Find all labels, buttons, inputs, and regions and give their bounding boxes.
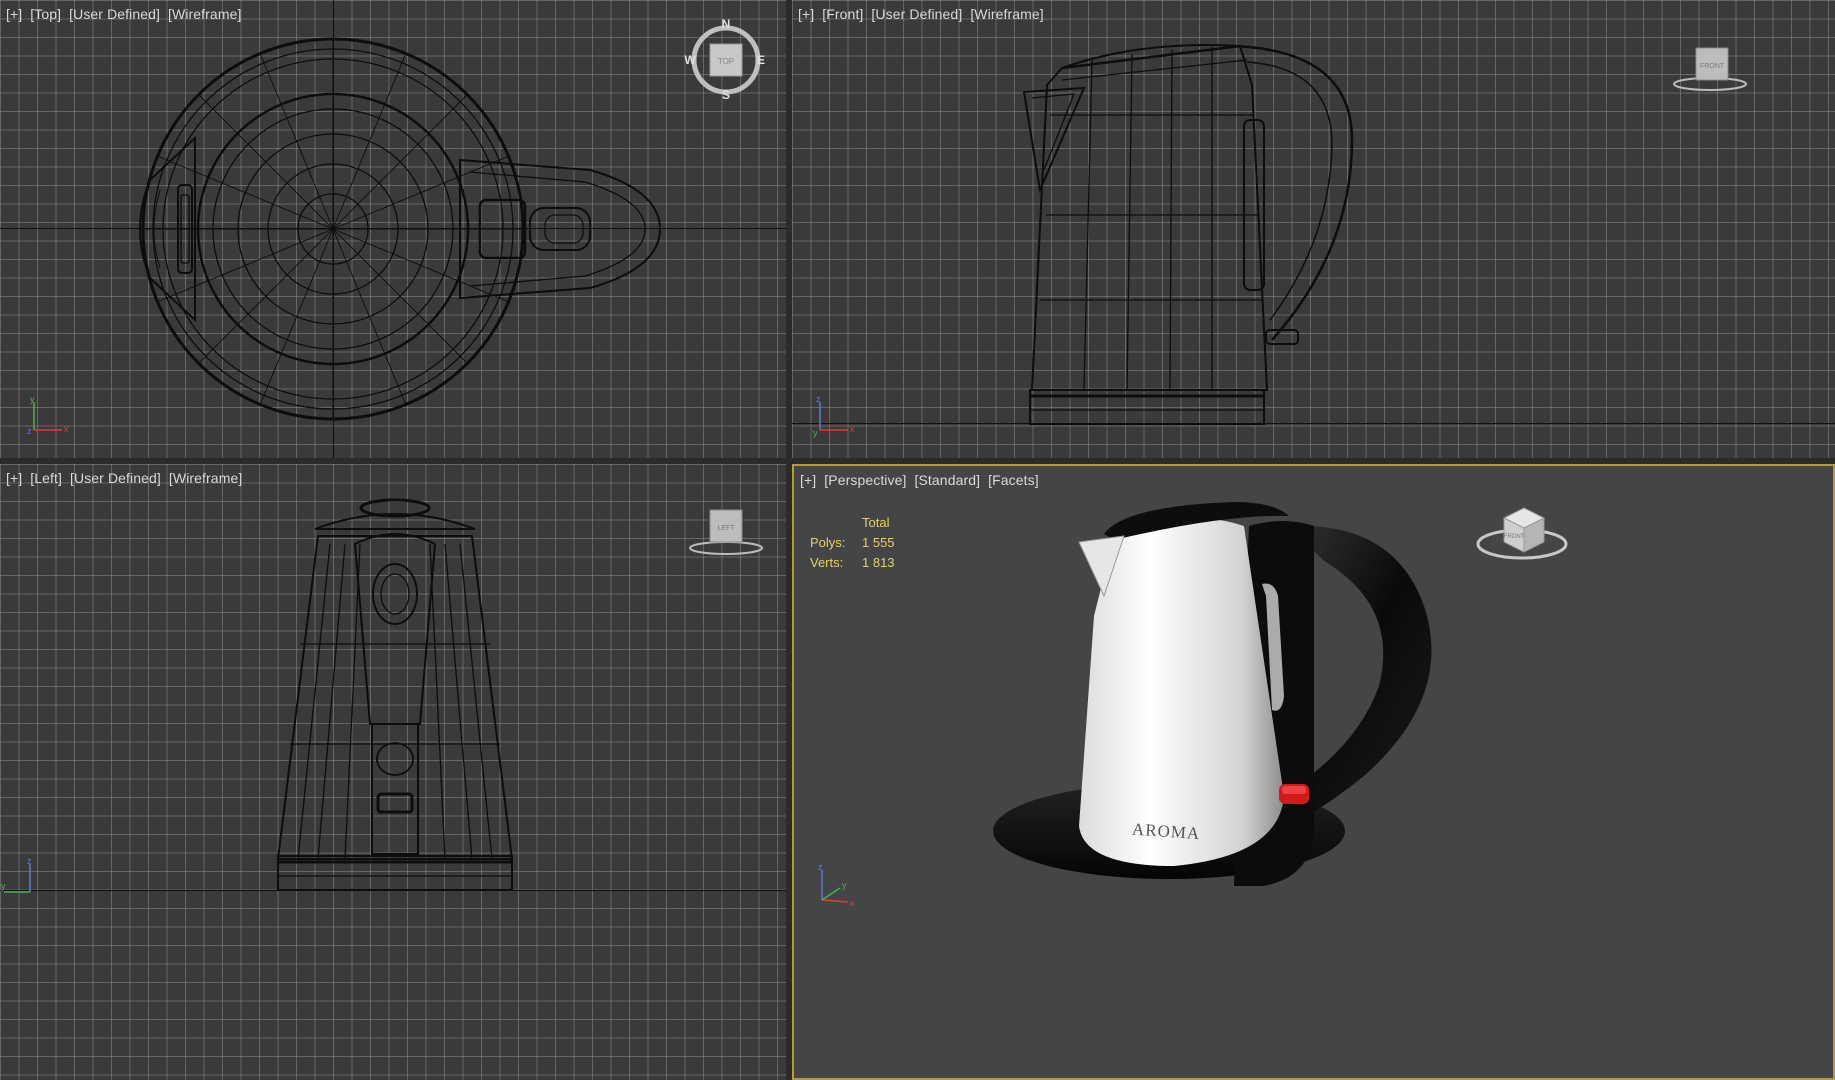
axis-x-label: x	[64, 424, 69, 434]
viewport-label-top[interactable]: [+] [Top] [User Defined] [Wireframe]	[6, 6, 241, 22]
viewcube-front[interactable]: FRONT	[1670, 40, 1750, 96]
axis-tripod-perspective: z y x	[818, 862, 855, 908]
viewport-menu-button[interactable]: [+]	[798, 6, 814, 22]
kettle-render-perspective: AROMA	[993, 502, 1432, 886]
axis-tripod-left: z y	[1, 856, 32, 893]
viewcube-perspective[interactable]: FRONT	[1474, 500, 1570, 570]
axis-tripod-top: y x z	[27, 394, 69, 436]
viewcube-left[interactable]: LEFT	[686, 504, 766, 560]
style-menu-button[interactable]: [User Defined]	[70, 470, 161, 486]
axis-z-label: z	[27, 856, 32, 866]
shading-menu-button[interactable]: [Wireframe]	[169, 470, 242, 486]
compass-west: W	[684, 53, 696, 67]
compass-north: N	[722, 18, 731, 31]
compass-east: E	[757, 53, 765, 67]
viewcube-face-label: FRONT	[1700, 63, 1725, 70]
viewport-label-front[interactable]: [+] [Front] [User Defined] [Wireframe]	[798, 6, 1044, 22]
view-menu-button[interactable]: [Front]	[822, 6, 863, 22]
axis-y-label: y	[813, 428, 818, 438]
viewport-perspective-frame[interactable]: AROMA [+] [Perspective] [Standard] [Face…	[792, 464, 1835, 1080]
view-menu-button[interactable]: [Perspective]	[824, 472, 906, 488]
axis-y-label: y	[1, 881, 6, 891]
viewcube-compass-top[interactable]: TOP N S E W	[684, 18, 768, 102]
viewport-label-perspective[interactable]: [+] [Perspective] [Standard] [Facets]	[800, 472, 1039, 488]
axis-x-label: x	[850, 898, 855, 908]
stats-polys-label: Polys:	[810, 534, 846, 550]
style-menu-button[interactable]: [Standard]	[915, 472, 981, 488]
viewport-left[interactable]: [+] [Left] [User Defined] [Wireframe] LE…	[0, 464, 786, 1080]
kettle-wireframe-left	[276, 498, 514, 891]
compass-south: S	[722, 88, 730, 102]
viewcube-face-label: FRONT	[1504, 534, 1525, 540]
stats-verts-label: Verts:	[810, 554, 844, 570]
axis-x-label: x	[850, 424, 855, 434]
shading-menu-button[interactable]: [Facets]	[988, 472, 1039, 488]
view-menu-button[interactable]: [Left]	[30, 470, 62, 486]
viewport-menu-button[interactable]: [+]	[800, 472, 816, 488]
statistics-overlay: Total Polys: 1 555 Verts: 1 813	[810, 512, 895, 572]
shading-menu-button[interactable]: [Wireframe]	[970, 6, 1043, 22]
kettle-wireframe-top	[139, 37, 662, 421]
style-menu-button[interactable]: [User Defined]	[69, 6, 160, 22]
shading-menu-button[interactable]: [Wireframe]	[168, 6, 241, 22]
viewcube-face-label: LEFT	[717, 525, 735, 532]
axis-z-label: z	[818, 862, 823, 872]
style-menu-button[interactable]: [User Defined]	[871, 6, 962, 22]
stats-polys-value: 1 555	[862, 534, 895, 550]
axis-tripod-front: z x y	[813, 394, 855, 438]
view-menu-button[interactable]: [Top]	[30, 6, 61, 22]
viewport-menu-button[interactable]: [+]	[6, 470, 22, 486]
axis-z-label: z	[27, 426, 32, 436]
axis-y-label: y	[842, 880, 847, 890]
viewcube-face-label: TOP	[718, 57, 734, 66]
viewport-top[interactable]: [+] [Top] [User Defined] [Wireframe] TOP…	[0, 0, 786, 458]
viewport-label-left[interactable]: [+] [Left] [User Defined] [Wireframe]	[6, 470, 242, 486]
axis-y-label: y	[30, 394, 35, 404]
stats-total-header: Total	[862, 514, 890, 530]
axis-z-label: z	[816, 394, 821, 404]
viewport-front[interactable]: [+] [Front] [User Defined] [Wireframe] F…	[792, 0, 1835, 458]
stats-verts-value: 1 813	[862, 554, 895, 570]
viewport-menu-button[interactable]: [+]	[6, 6, 22, 22]
